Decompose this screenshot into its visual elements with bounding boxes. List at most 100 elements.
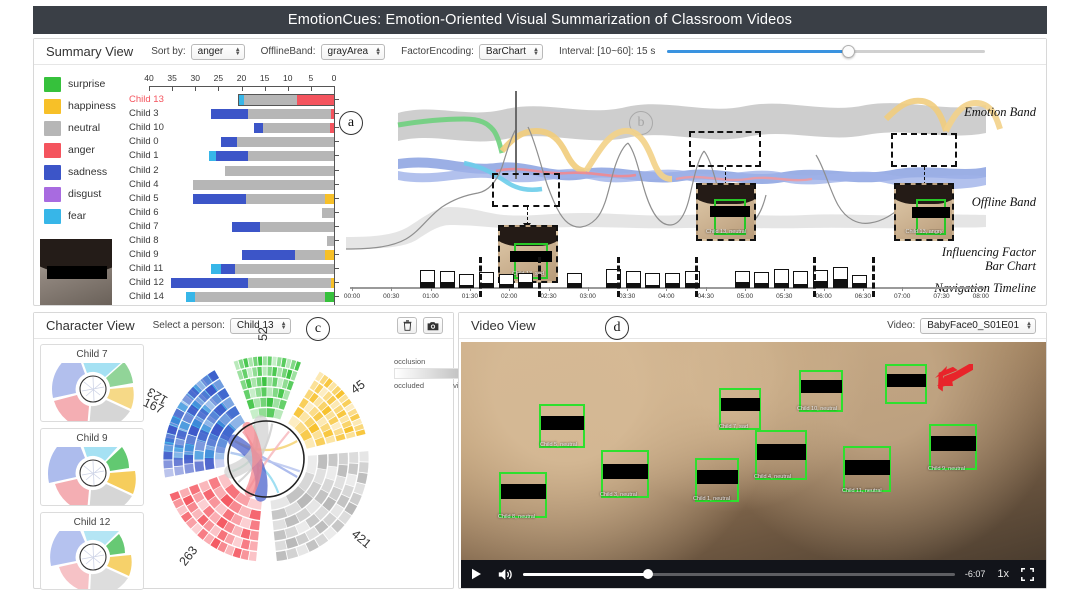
sunburst-sector-sadness[interactable] (163, 370, 245, 478)
bar-segment-sadness[interactable] (171, 278, 248, 289)
bar-segment-sadness[interactable] (241, 250, 295, 261)
sunburst-cell[interactable] (262, 366, 267, 376)
stream-selection-box-3[interactable] (891, 133, 957, 167)
sunburst-cell[interactable] (215, 452, 225, 469)
sunburst-cell[interactable] (174, 466, 185, 476)
sunburst-cell[interactable] (333, 475, 346, 490)
bar-chart-stacked-bar[interactable] (238, 94, 335, 106)
sunburst-cell[interactable] (272, 366, 278, 377)
sunburst-cell[interactable] (266, 397, 274, 408)
bar-chart-stacked-bar[interactable] (232, 221, 334, 232)
table-row[interactable]: Child 2 (129, 164, 339, 177)
sunburst-cell[interactable] (267, 387, 273, 397)
sunburst-cell[interactable] (359, 451, 369, 462)
sunburst-cell[interactable] (163, 460, 173, 469)
bar-segment-sadness[interactable] (220, 264, 235, 275)
sunburst-cell[interactable] (248, 551, 257, 562)
table-row[interactable]: Child 1 (129, 149, 339, 162)
sunburst-cell[interactable] (284, 526, 299, 539)
sunburst-cell[interactable] (249, 540, 258, 551)
influencing-factor-bar[interactable] (754, 272, 770, 288)
influencing-factor-bar[interactable] (773, 268, 789, 288)
sunburst-cell[interactable] (286, 547, 299, 560)
legend-item[interactable]: neutral (44, 117, 130, 139)
fullscreen-button[interactable] (1021, 567, 1034, 581)
sunburst-cell[interactable] (240, 539, 251, 550)
face-callout-card[interactable]: Child 13, neutral (696, 183, 756, 241)
sunburst-cell[interactable] (163, 451, 173, 460)
sunburst-cell[interactable] (325, 466, 338, 481)
table-row[interactable]: Child 11 (129, 262, 339, 275)
sunburst-cell[interactable] (257, 366, 263, 377)
bar-chart-stacked-bar[interactable] (225, 165, 334, 176)
table-row[interactable]: Child 9 (129, 248, 339, 261)
video-select-control[interactable]: Video: BabyFace0_S01E01 ▲ ▼ (887, 317, 1036, 334)
legend-item[interactable]: sadness (44, 161, 130, 183)
sunburst-cell[interactable] (272, 356, 277, 366)
bar-segment-neutral[interactable] (225, 165, 334, 176)
character-thumbnail-card[interactable]: Child 7 (40, 344, 144, 422)
bar-segment-anger[interactable] (330, 109, 334, 120)
bar-segment-happiness[interactable] (324, 250, 334, 261)
timeline-selection-marker[interactable] (813, 257, 817, 297)
table-row[interactable]: Child 12 (129, 276, 339, 289)
snapshot-button[interactable] (423, 317, 443, 334)
influencing-factor-bar[interactable] (439, 271, 455, 288)
sunburst-cell[interactable] (253, 398, 261, 408)
sunburst-cell[interactable] (356, 472, 368, 485)
legend-item[interactable]: fear (44, 205, 130, 227)
sunburst-cell[interactable] (184, 444, 195, 455)
bar-chart-stacked-bar[interactable] (211, 264, 334, 275)
interval-control[interactable]: Interval: [10~60]: 15 s (559, 45, 986, 58)
bar-segment-sadness[interactable] (220, 137, 237, 148)
character-thumbnail-card[interactable]: Child 9 (40, 428, 144, 506)
sunburst-cell[interactable] (285, 537, 299, 549)
table-row[interactable]: Child 0 (129, 135, 339, 148)
sort-by-control[interactable]: Sort by: anger ▲ ▼ (151, 43, 245, 60)
sunburst-cell[interactable] (272, 387, 279, 398)
timeline-selection-marker[interactable] (616, 257, 620, 297)
sunburst-cell[interactable] (243, 358, 249, 368)
bar-segment-neutral[interactable] (262, 123, 330, 134)
sunburst-cell[interactable] (349, 451, 359, 464)
bar-segment-sadness[interactable] (210, 109, 248, 120)
sunburst-cell[interactable] (275, 550, 288, 562)
bar-segment-neutral[interactable] (243, 95, 297, 105)
sunburst-cell[interactable] (250, 377, 257, 388)
influencing-factor-bar[interactable] (420, 270, 436, 288)
influencing-factor-bar[interactable] (645, 272, 661, 288)
offlineband-control[interactable]: OfflineBand: grayArea ▲ ▼ (261, 43, 386, 60)
bar-segment-fear[interactable] (209, 151, 217, 162)
sunburst-cell[interactable] (345, 474, 357, 487)
sunburst-cell[interactable] (276, 367, 283, 377)
stream-selection-box-1[interactable] (492, 173, 560, 207)
sunburst-cell[interactable] (204, 458, 215, 471)
sunburst-cell[interactable] (249, 509, 261, 520)
influencing-factor-bar[interactable] (832, 267, 848, 288)
sunburst-cell[interactable] (260, 397, 267, 407)
table-row[interactable]: Child 6 (129, 206, 339, 219)
bar-chart-row-label[interactable]: Child 10 (129, 121, 175, 134)
table-row[interactable]: Child 14 (129, 290, 339, 303)
bar-segment-sadness[interactable] (232, 221, 260, 232)
delete-button[interactable] (397, 317, 417, 334)
bar-segment-anger[interactable] (297, 95, 334, 105)
bar-chart-row-label[interactable]: Child 11 (129, 262, 175, 275)
bar-chart-stacked-bar[interactable] (192, 193, 334, 204)
sunburst-cell[interactable] (267, 377, 273, 387)
table-row[interactable]: Child 10 (129, 121, 339, 134)
sunburst-cell[interactable] (246, 399, 255, 410)
bar-chart-row-label[interactable]: Child 12 (129, 276, 175, 289)
sunburst-cell[interactable] (163, 442, 174, 452)
bar-segment-neutral[interactable] (247, 278, 331, 289)
bar-chart-stacked-bar[interactable] (171, 278, 334, 289)
bar-chart-row-label[interactable]: Child 13 (129, 93, 175, 106)
sunburst-cell[interactable] (248, 357, 254, 367)
bar-segment-neutral[interactable] (236, 137, 334, 148)
interval-slider-knob[interactable] (842, 45, 856, 58)
sunburst-cell[interactable] (337, 464, 348, 478)
sunburst-cell[interactable] (281, 357, 287, 368)
legend-item[interactable]: happiness (44, 95, 130, 117)
offlineband-select[interactable]: grayArea ▲ ▼ (320, 43, 386, 60)
sunburst-cell[interactable] (204, 445, 215, 458)
